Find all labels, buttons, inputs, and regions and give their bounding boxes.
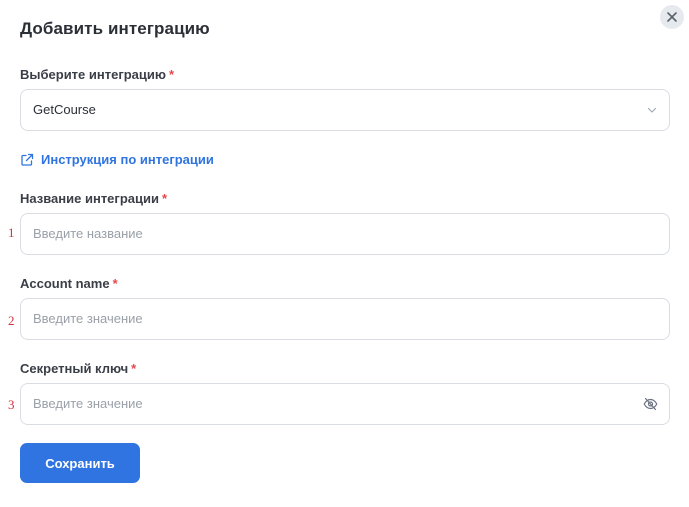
account-name-placeholder: Введите значение	[33, 311, 143, 326]
required-mark: *	[161, 191, 168, 206]
integration-name-input[interactable]: Введите название	[20, 213, 670, 255]
integration-select-label: Выберите интеграцию *	[20, 67, 174, 82]
account-name-input[interactable]: Введите значение	[20, 298, 670, 340]
close-icon	[667, 12, 677, 22]
annotation-marker-1: 1	[8, 225, 15, 240]
external-link-icon	[21, 153, 34, 166]
eye-off-icon[interactable]	[643, 397, 658, 411]
secret-key-input[interactable]: Введите значение	[20, 383, 670, 425]
integration-select[interactable]: GetCourse	[20, 89, 670, 131]
integration-name-label: Название интеграции *	[20, 191, 167, 206]
integration-instructions-link-text: Инструкция по интеграции	[41, 152, 214, 167]
integration-instructions-link[interactable]: Инструкция по интеграции	[20, 152, 214, 167]
account-name-label: Account name *	[20, 276, 118, 291]
secret-key-placeholder: Введите значение	[33, 396, 143, 411]
account-name-label-text: Account name	[20, 276, 110, 291]
required-mark: *	[131, 361, 137, 376]
integration-name-label-text: Название интеграции	[20, 191, 159, 206]
secret-key-label-text: Секретный ключ	[20, 361, 129, 376]
close-button[interactable]	[660, 5, 684, 29]
required-mark: *	[169, 67, 175, 82]
annotation-marker-2: 2	[8, 313, 15, 328]
integration-name-placeholder: Введите название	[33, 226, 143, 241]
chevron-down-icon	[647, 107, 657, 113]
integration-select-label-text: Выберите интеграцию	[20, 67, 167, 82]
annotation-marker-3: 3	[8, 397, 15, 412]
secret-key-label: Секретный ключ *	[20, 361, 136, 376]
add-integration-modal: Добавить интеграцию Выберите интеграцию *…	[0, 0, 689, 507]
required-mark: *	[112, 276, 118, 291]
modal-title: Добавить интеграцию	[20, 19, 210, 38]
integration-select-value: GetCourse	[33, 102, 96, 117]
save-button[interactable]: Сохранить	[20, 443, 140, 483]
